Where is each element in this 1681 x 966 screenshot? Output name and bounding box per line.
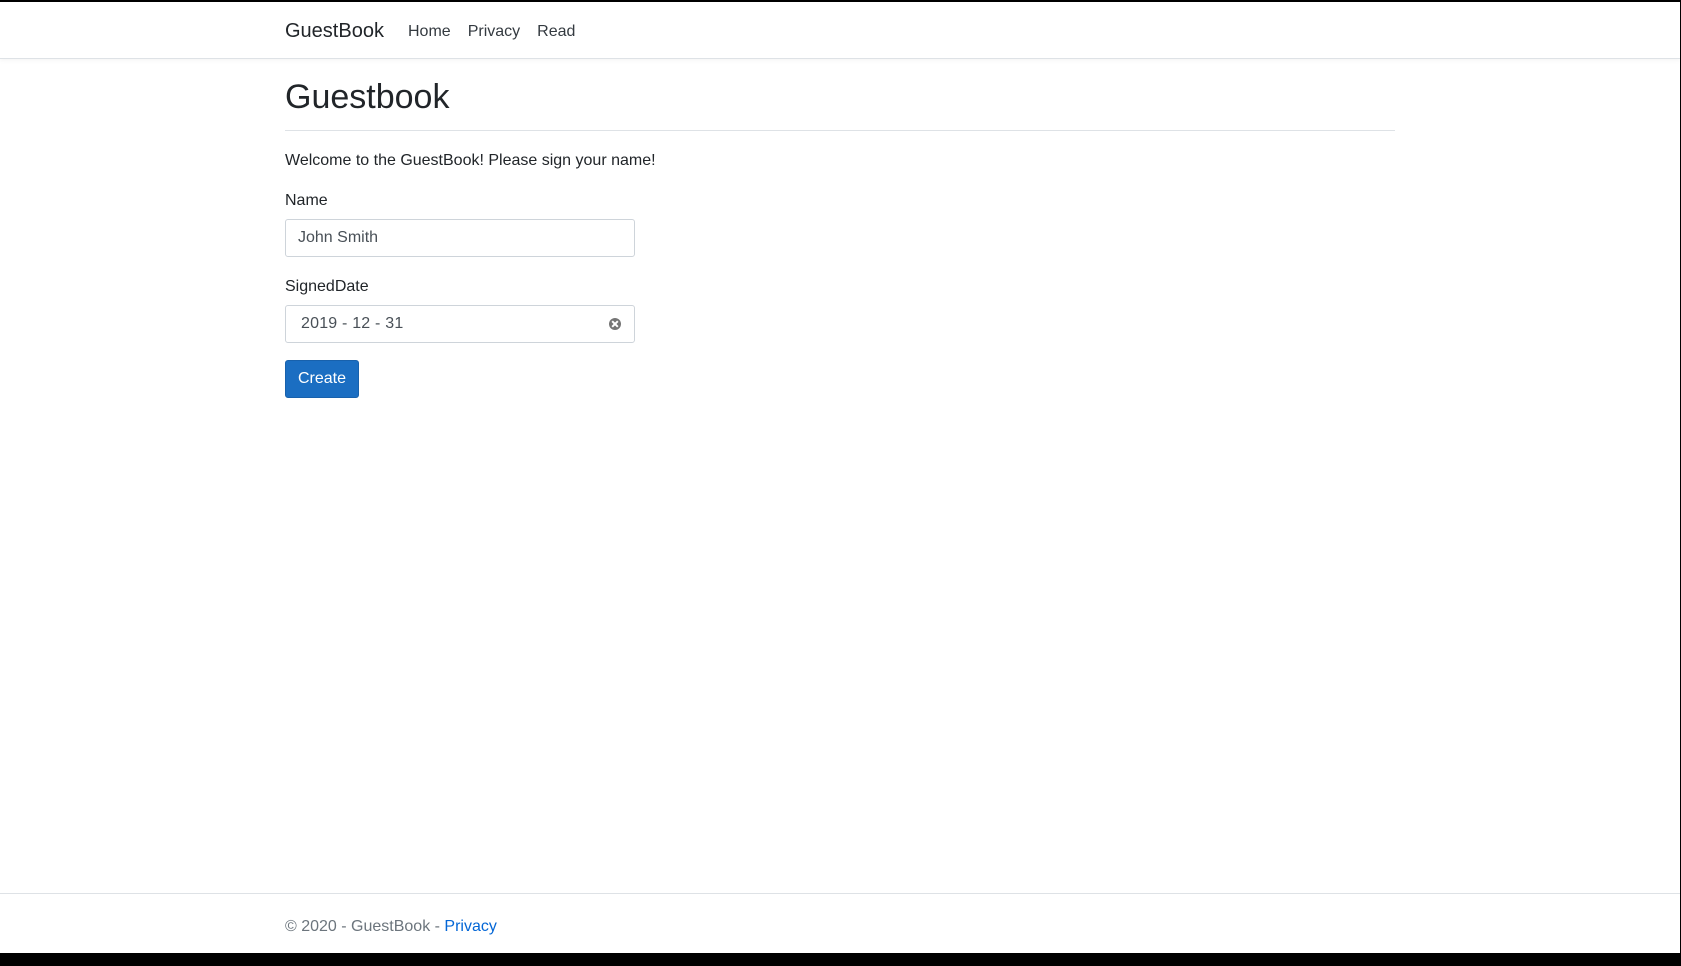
name-input[interactable] <box>285 219 635 257</box>
footer-copyright: © 2020 - GuestBook - <box>285 918 445 935</box>
signed-date-label: SignedDate <box>285 278 369 295</box>
signed-date-input[interactable]: 2019 - 12 - 31 <box>285 305 635 343</box>
browser-viewport: GuestBook Home Privacy Read Guestbook We… <box>0 0 1681 953</box>
top-navbar: GuestBook Home Privacy Read <box>0 2 1680 59</box>
welcome-text: Welcome to the GuestBook! Please sign yo… <box>285 152 656 169</box>
navbar-brand[interactable]: GuestBook <box>285 19 384 43</box>
page-title: Guestbook <box>285 78 450 116</box>
navbar-links: Home Privacy Read <box>408 22 592 42</box>
footer-privacy-link[interactable]: Privacy <box>444 918 496 935</box>
nav-link-privacy[interactable]: Privacy <box>468 22 520 42</box>
footer-text: © 2020 - GuestBook - Privacy <box>285 917 497 937</box>
create-button[interactable]: Create <box>285 360 359 398</box>
signed-date-value: 2019 - 12 - 31 <box>301 315 404 332</box>
clear-date-icon[interactable] <box>609 318 621 330</box>
nav-link-home[interactable]: Home <box>408 22 451 42</box>
page-footer: © 2020 - GuestBook - Privacy <box>0 893 1680 953</box>
nav-link-read[interactable]: Read <box>537 22 575 42</box>
title-divider <box>285 130 1395 131</box>
name-label: Name <box>285 192 328 209</box>
